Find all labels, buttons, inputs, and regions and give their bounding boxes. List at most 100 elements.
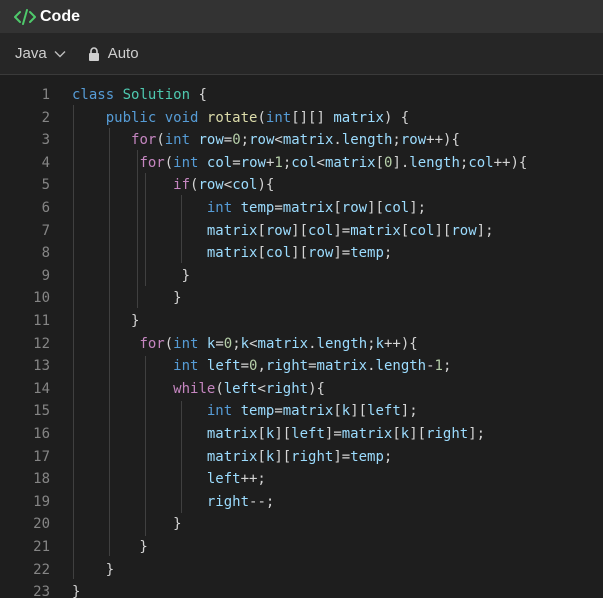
auto-mode-toggle[interactable]: Auto [88, 45, 139, 62]
code-text: int temp=matrix[k][left]; [72, 400, 418, 423]
editor-toolbar: Java Auto [0, 33, 603, 75]
code-token: ++){ [493, 154, 528, 171]
code-text: } [72, 265, 190, 288]
code-token: int [173, 154, 199, 171]
code-token: temp [240, 403, 275, 420]
code-text: for(int k=0;k<matrix.length;k++){ [72, 333, 418, 356]
code-token: ; [232, 335, 241, 352]
code-text: matrix[row][col]=matrix[col][row]; [72, 220, 494, 243]
code-text: class Solution { [72, 84, 207, 107]
language-label: Java [15, 45, 47, 62]
line-number: 5 [41, 177, 50, 194]
code-token: < [249, 335, 258, 352]
code-token: ]; [468, 426, 486, 442]
code-token: k [400, 426, 410, 442]
code-token: < [223, 177, 233, 194]
line-number: 7 [41, 222, 50, 239]
code-token: k [240, 335, 250, 352]
code-editor[interactable]: 1 class Solution {2 public void rotate(in… [0, 76, 603, 598]
code-text: matrix[k][left]=matrix[k][right]; [72, 423, 485, 446]
code-token: matrix [316, 358, 368, 375]
code-token: = [232, 154, 241, 171]
code-token: ]. [392, 154, 410, 171]
line-number: 8 [41, 245, 50, 262]
code-token: matrix [341, 426, 393, 442]
code-token: while [173, 380, 216, 397]
code-token: , [257, 358, 266, 375]
code-token: int [206, 200, 233, 216]
code-token: matrix [333, 109, 384, 126]
code-line: 13 int left=0,right=matrix.length-1; [0, 355, 603, 378]
code-token: k [341, 403, 351, 420]
code-token: for [139, 335, 165, 352]
code-token: [ [392, 426, 401, 442]
code-token: [ [333, 403, 342, 420]
code-text: int temp=matrix[row][col]; [72, 197, 426, 220]
code-line: 20 } [0, 513, 603, 536]
code-token: ( [164, 154, 174, 171]
code-token: [ [257, 426, 266, 442]
code-token: row [341, 200, 368, 216]
code-token: } [72, 267, 191, 284]
code-token: ][ [291, 245, 309, 262]
code-token: ]; [400, 403, 418, 420]
code-token: ( [156, 132, 165, 149]
code-text: for(int row=0;row<matrix.length;row++){ [72, 129, 460, 152]
code-token: col [409, 222, 435, 239]
line-number: 12 [33, 335, 50, 352]
code-token: = [274, 200, 283, 216]
code-token: ]= [333, 245, 351, 262]
panel-header: Code [0, 0, 603, 33]
auto-mode-label: Auto [107, 45, 139, 62]
code-token: ; [392, 132, 401, 149]
code-text: while(left<right){ [72, 378, 325, 401]
code-token: rotate [206, 109, 258, 126]
code-token: [ [400, 222, 410, 239]
code-token: length [409, 154, 460, 171]
code-token: = [308, 358, 317, 375]
code-token: ( [215, 380, 224, 397]
code-token: row [240, 154, 266, 171]
code-token: col [308, 222, 334, 239]
code-line: 7 matrix[row][col]=matrix[col][row]; [0, 220, 603, 243]
code-line: 21 } [0, 536, 603, 559]
code-token: row [198, 132, 224, 149]
code-token: ++){ [426, 132, 460, 149]
line-number: 22 [33, 561, 50, 578]
code-token: left [223, 380, 258, 397]
code-token: ][ [274, 448, 292, 465]
code-token: . [367, 358, 376, 375]
code-token: 1 [434, 358, 443, 375]
code-token: left [291, 426, 325, 442]
code-token: temp [240, 200, 275, 216]
code-token: right [426, 426, 469, 442]
code-line: 14 while(left<right){ [0, 378, 603, 401]
code-token: [ [333, 200, 342, 216]
code-token: ( [164, 335, 174, 352]
code-icon [14, 8, 36, 26]
code-token: = [274, 403, 283, 420]
code-token: matrix [206, 222, 258, 239]
code-token: ( [257, 109, 266, 126]
code-line: 23} [0, 581, 603, 598]
code-token: = [223, 132, 233, 149]
code-token: ++){ [384, 335, 418, 352]
code-token: col [265, 245, 292, 262]
code-token: col [291, 154, 317, 171]
code-token: [ [257, 245, 266, 262]
code-token: < [257, 380, 266, 397]
code-token: = [215, 335, 224, 352]
code-token: for [131, 132, 157, 149]
language-selector[interactable]: Java [15, 45, 66, 62]
code-token: ; [240, 132, 250, 149]
code-token: Solution [122, 87, 191, 103]
code-line: 8 matrix[col][row]=temp; [0, 242, 603, 265]
